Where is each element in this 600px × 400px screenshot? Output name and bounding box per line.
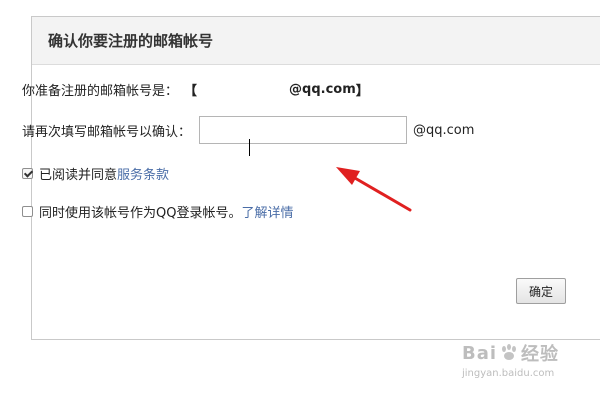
email-bracket-close: 】	[355, 84, 369, 99]
confirm-label: 请再次填写邮箱帐号以确认：	[22, 124, 192, 140]
text-caret	[249, 139, 250, 156]
email-bracket-open: 【	[184, 84, 198, 99]
email-row: 你准备注册的邮箱帐号是： 【 @qq.com 】	[22, 80, 369, 99]
watermark-url: jingyan.baidu.com	[462, 368, 555, 379]
qq-login-text: 同时使用该帐号作为QQ登录帐号。	[39, 206, 242, 221]
dialog-header: 确认你要注册的邮箱帐号	[32, 17, 600, 65]
qq-login-checkbox[interactable]	[22, 206, 33, 217]
watermark-brand: Bai 经验	[462, 340, 582, 366]
watermark-brand-right: 经验	[521, 344, 560, 365]
agree-text: 已阅读并同意	[39, 168, 118, 183]
learn-more-link[interactable]: 了解详情	[241, 202, 293, 221]
confirm-suffix: @qq.com	[413, 122, 475, 138]
email-label: 你准备注册的邮箱帐号是：	[22, 84, 179, 99]
paw-icon	[502, 344, 517, 360]
terms-link[interactable]: 服务条款	[117, 164, 169, 183]
confirm-email-input[interactable]	[199, 116, 408, 144]
email-domain: @qq.com	[289, 82, 356, 97]
agree-row: 已阅读并同意 服务条款	[22, 164, 169, 183]
qq-login-row: 同时使用该帐号作为QQ登录帐号。 了解详情	[22, 202, 293, 221]
ok-button[interactable]: 确定	[516, 278, 566, 304]
dialog-title: 确认你要注册的邮箱帐号	[48, 32, 214, 50]
agree-checkbox[interactable]	[22, 168, 33, 179]
baidu-jingyan-watermark: Bai 经验 jingyan.baidu.com	[462, 340, 582, 384]
watermark-brand-left: Bai	[462, 342, 498, 364]
